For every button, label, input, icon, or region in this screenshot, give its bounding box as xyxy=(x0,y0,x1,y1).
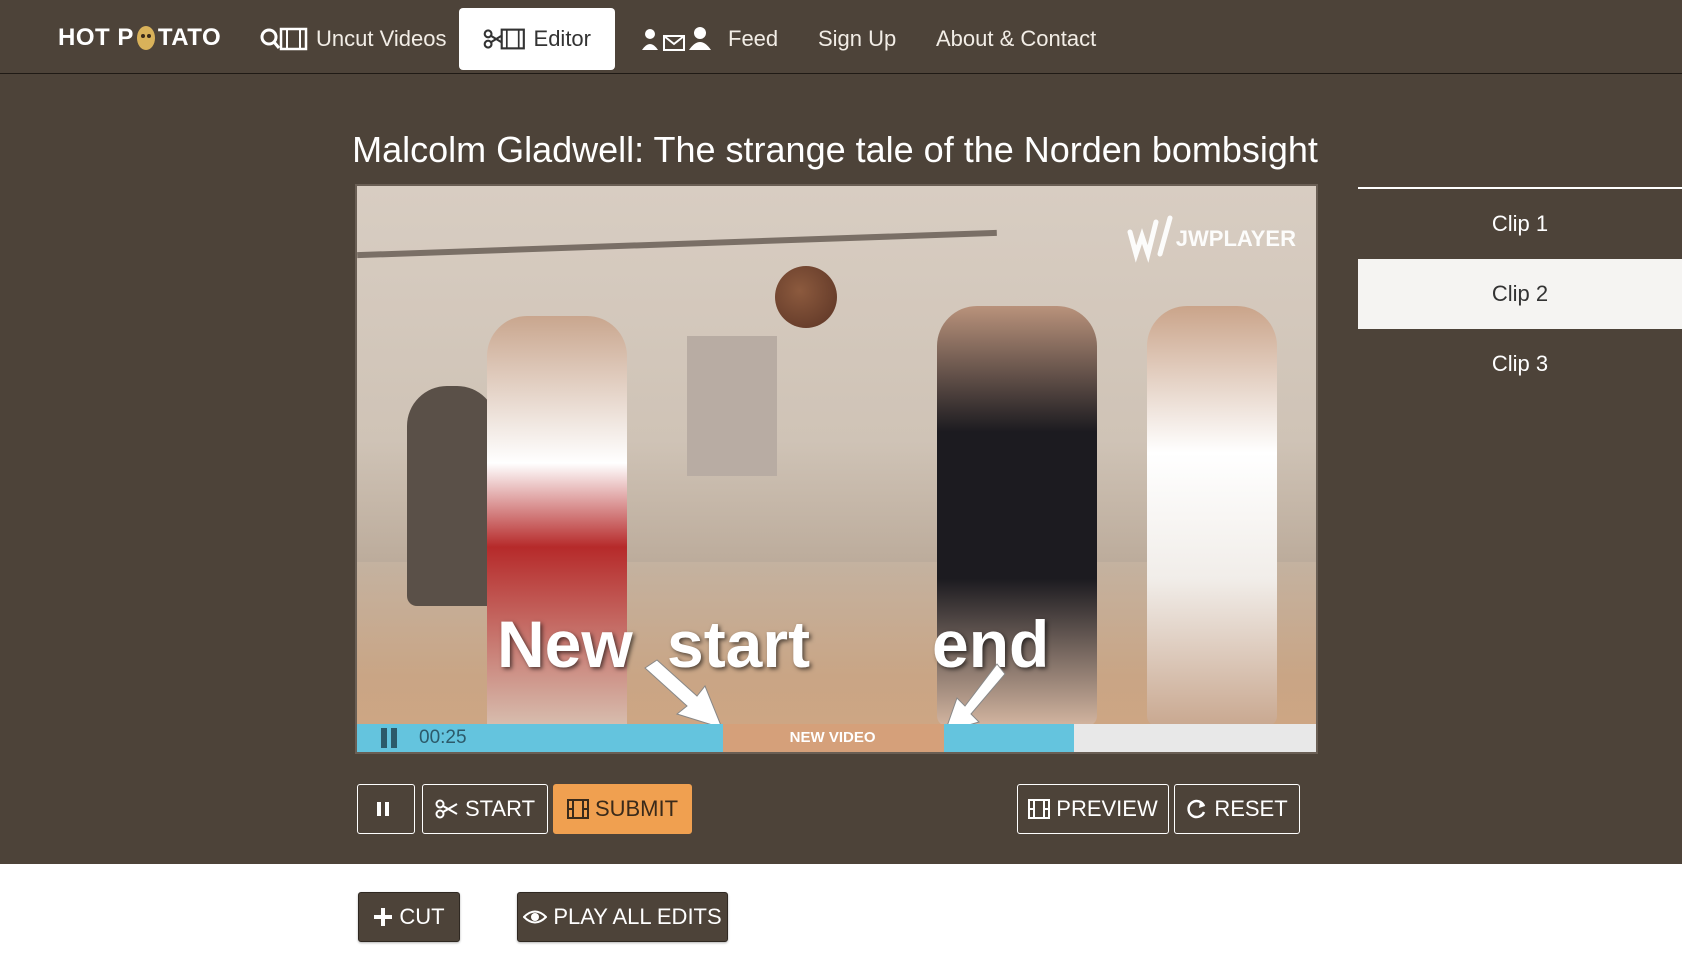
play-all-edits-label: PLAY ALL EDITS xyxy=(553,904,722,929)
preview-button[interactable]: PREVIEW xyxy=(1017,784,1169,834)
scissors-film-icon xyxy=(483,28,525,50)
play-all-edits-button[interactable]: PLAY ALL EDITS xyxy=(517,892,728,942)
reset-button[interactable]: RESET xyxy=(1174,784,1300,834)
nav-uncut-videos[interactable]: Uncut Videos xyxy=(236,8,470,70)
brand-text-right: TATO xyxy=(157,24,222,51)
segment-label: NEW VIDEO xyxy=(789,729,876,746)
basketball xyxy=(775,266,837,328)
nav-editor-label: Editor xyxy=(533,26,591,51)
brand-logo[interactable]: HOT P TATO xyxy=(58,24,221,52)
clip-list: Clip 1 Clip 2 Clip 3 xyxy=(1358,187,1682,399)
jwplayer-watermark: JWPLAYER xyxy=(1126,214,1296,264)
search-film-icon xyxy=(260,27,308,51)
clip-item-label: Clip 3 xyxy=(1491,351,1549,376)
jwplayer-logo-icon xyxy=(1127,215,1173,263)
nav-sign-up-label: Sign Up xyxy=(818,26,897,51)
nav-about-contact-label: About & Contact xyxy=(936,26,1097,51)
clip-item-label: Clip 2 xyxy=(1491,281,1549,306)
cut-button[interactable]: CUT xyxy=(358,892,460,942)
player-figure-right xyxy=(1147,306,1277,726)
submit-button-label: SUBMIT xyxy=(594,796,679,821)
submit-button[interactable]: SUBMIT xyxy=(553,784,692,834)
reset-button-label: RESET xyxy=(1214,796,1288,821)
pause-icon xyxy=(377,802,389,816)
cut-button-label: CUT xyxy=(399,904,445,929)
top-navbar: HOT P TATO Uncut Videos Editor Feed Sign… xyxy=(0,0,1682,74)
nav-editor[interactable]: Editor xyxy=(459,8,615,70)
wall-panel xyxy=(687,336,777,476)
progress-pause-icon[interactable] xyxy=(379,728,399,748)
editor-section: Malcolm Gladwell: The strange tale of th… xyxy=(0,74,1682,864)
nav-uncut-videos-label: Uncut Videos xyxy=(316,26,447,51)
nav-about-contact[interactable]: About & Contact xyxy=(912,8,1120,70)
watermark-text: JWPLAYER xyxy=(1175,226,1296,251)
video-player[interactable]: JWPLAYER New start end 00:25 NEW VIDEO xyxy=(355,184,1318,754)
overlay-new-text: New xyxy=(497,607,633,681)
nav-feed-label: Feed xyxy=(728,26,779,51)
current-time: 00:25 xyxy=(419,727,467,748)
start-button-label: START xyxy=(464,796,536,821)
pause-button[interactable] xyxy=(357,784,415,834)
clip-item-1[interactable]: Clip 1 xyxy=(1358,189,1682,259)
clip-item-label: Clip 1 xyxy=(1491,211,1549,236)
plus-icon xyxy=(374,908,393,926)
potato-icon xyxy=(136,26,155,50)
start-button[interactable]: START xyxy=(422,784,548,834)
eye-icon xyxy=(523,910,548,924)
nav-sign-up[interactable]: Sign Up xyxy=(794,8,920,70)
scissors-icon xyxy=(435,799,458,819)
video-progress-bar[interactable]: 00:25 NEW VIDEO xyxy=(357,724,1316,752)
film-icon xyxy=(1028,799,1051,819)
spectator-figure xyxy=(407,386,497,606)
clip-item-2[interactable]: Clip 2 xyxy=(1358,259,1682,329)
preview-button-label: PREVIEW xyxy=(1056,796,1158,821)
brand-text-left: HOT P xyxy=(58,24,134,51)
nav-feed[interactable]: Feed xyxy=(616,8,802,70)
users-mail-icon xyxy=(642,27,711,51)
wall-rail xyxy=(357,229,997,259)
refresh-icon xyxy=(1187,799,1206,819)
video-title: Malcolm Gladwell: The strange tale of th… xyxy=(352,129,1318,170)
film-icon xyxy=(566,799,589,819)
clip-item-3[interactable]: Clip 3 xyxy=(1358,329,1682,399)
